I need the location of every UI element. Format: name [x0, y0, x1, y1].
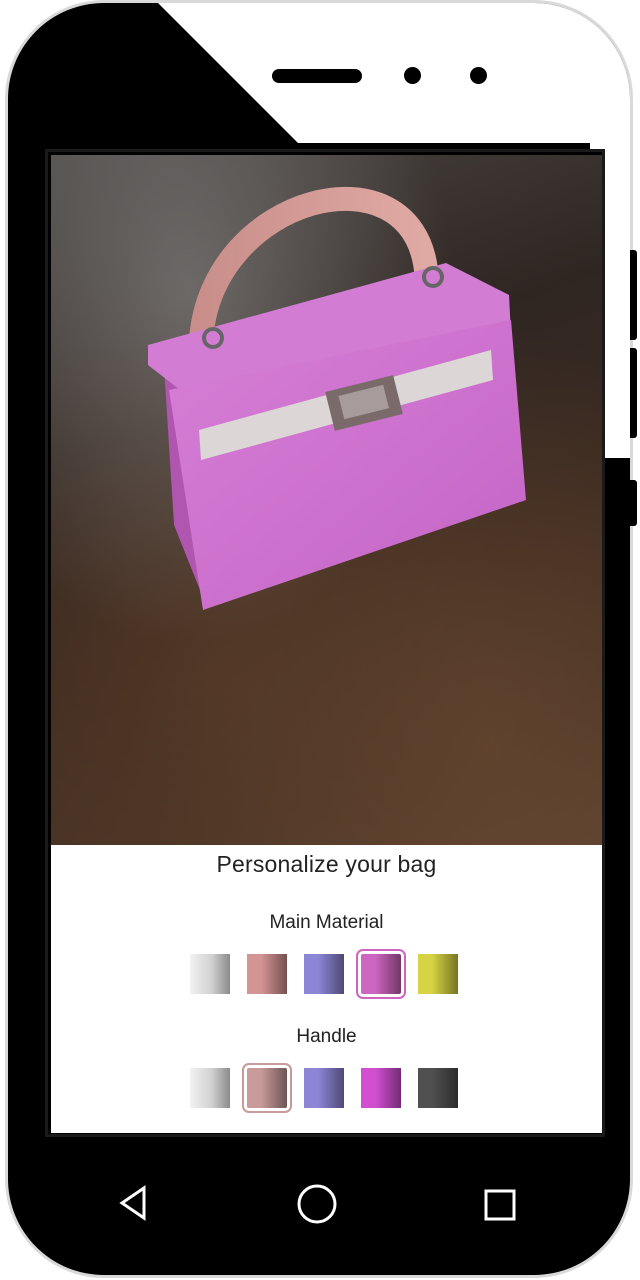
main-material-label: Main Material	[269, 912, 384, 933]
main-material-swatch-lavender[interactable]	[304, 954, 344, 994]
main-material-swatch-orchid[interactable]	[356, 949, 406, 999]
handle-swatch-dusty-rose[interactable]	[242, 1063, 292, 1113]
home-circle-icon[interactable]	[296, 1183, 338, 1225]
handle-swatch-charcoal[interactable]	[418, 1068, 458, 1108]
screen: Personalize your bag Main Material Handl…	[45, 149, 605, 1137]
handle-swatch-white[interactable]	[190, 1068, 230, 1108]
power-button[interactable]	[630, 480, 637, 526]
phone-frame: Personalize your bag Main Material Handl…	[8, 3, 630, 1275]
handle-swatch-magenta[interactable]	[361, 1068, 401, 1108]
panel-title: Personalize your bag	[216, 851, 437, 877]
front-camera-icon	[404, 67, 421, 84]
earpiece-speaker	[272, 69, 362, 83]
handle-label: Handle	[296, 1026, 357, 1047]
main-material-swatch-rose[interactable]	[247, 954, 287, 994]
sensor-icon	[470, 67, 487, 84]
recents-square-icon[interactable]	[484, 1189, 516, 1221]
ar-camera-view[interactable]	[51, 155, 602, 845]
volume-up-button[interactable]	[630, 250, 637, 340]
volume-down-button[interactable]	[630, 348, 637, 438]
personalize-panel: Personalize your bag Main Material Handl…	[51, 845, 602, 1133]
bag-3d-model[interactable]	[51, 155, 602, 845]
back-triangle-icon[interactable]	[118, 1185, 150, 1221]
main-material-swatch-yellow[interactable]	[418, 954, 458, 994]
handle-swatch-lavender[interactable]	[304, 1068, 344, 1108]
main-material-swatch-white[interactable]	[190, 954, 230, 994]
